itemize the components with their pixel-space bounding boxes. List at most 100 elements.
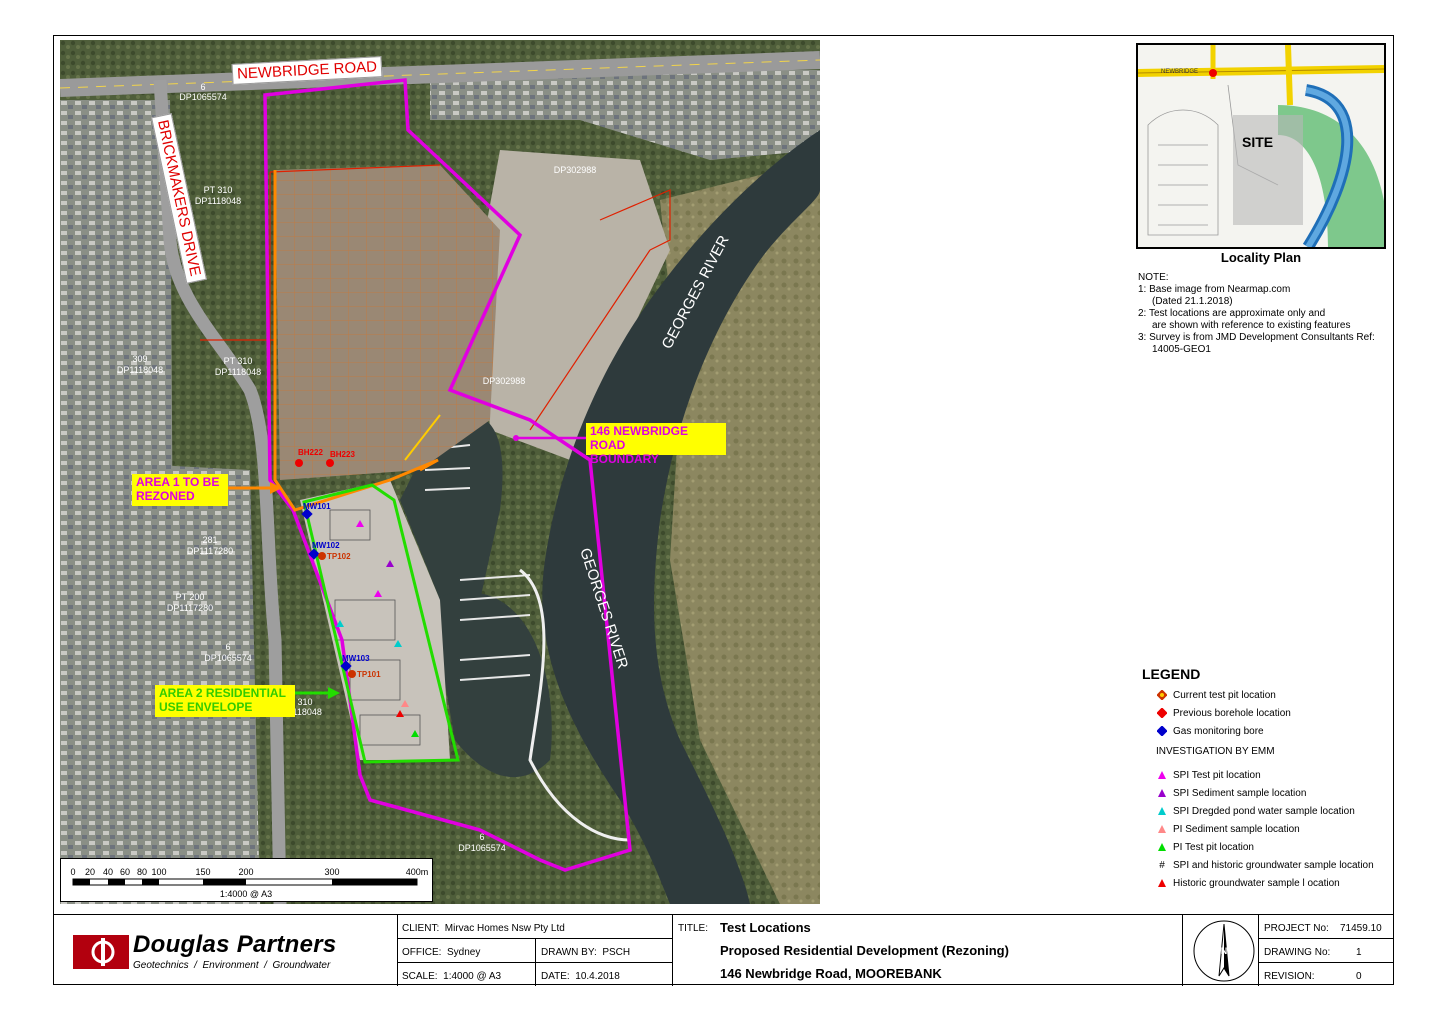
scale-tick: 40 — [103, 867, 113, 877]
legend: LEGEND Current test pit location Previou… — [1142, 666, 1387, 892]
lot-label: 309 — [132, 354, 147, 364]
lot-label: DP1118048 — [195, 196, 241, 206]
callout-line: REZONED — [136, 489, 195, 503]
scale-tick: 20 — [85, 867, 95, 877]
scale-tick: 60 — [120, 867, 130, 877]
title-label: TITLE: — [678, 923, 709, 934]
legend-label: Historic groundwater sample l ocation — [1173, 877, 1340, 889]
lot-label: PT 310 — [204, 185, 233, 195]
bh223-marker — [326, 459, 334, 467]
revision-label: REVISION: — [1264, 971, 1315, 982]
scale-tick: 80 — [137, 867, 147, 877]
legend-label: SPI and historic groundwater sample loca… — [1173, 859, 1374, 871]
point-label: BH222 — [298, 448, 323, 457]
point-label: TP101 — [357, 670, 381, 679]
drawing-value: 1 — [1356, 947, 1362, 958]
hash-icon: # — [1159, 859, 1165, 871]
scale-bar-graphic: 0 20 40 60 80 100 150 200 300 400m 1:400… — [70, 867, 429, 899]
test-pit-icon — [1156, 689, 1168, 701]
company-name: Douglas Partners — [133, 931, 337, 958]
triangle-icon — [1156, 805, 1168, 817]
scale-tick: 400m — [406, 867, 429, 877]
project-value: 71459.10 — [1340, 923, 1382, 934]
note-item: 1: Base image from Nearmap.com — [1138, 284, 1291, 295]
note-item: 3: Survey is from JMD Development Consul… — [1138, 332, 1375, 343]
legend-label: SPI Dregded pond water sample location — [1173, 805, 1355, 817]
legend-item: SPI Sediment sample location — [1142, 784, 1387, 802]
lot-label: PT 200 — [176, 592, 205, 602]
legend-label: Previous borehole location — [1173, 707, 1291, 719]
site-label: SITE — [1242, 134, 1273, 150]
lot-label: DP1117280 — [187, 546, 233, 556]
lot-label: PT 310 — [224, 356, 253, 366]
office-value: Sydney — [447, 947, 481, 958]
north-label: N — [1221, 946, 1228, 956]
drawing-subtitle: Proposed Residential Development (Rezoni… — [720, 943, 1009, 958]
boundary-callout: 146 NEWBRIDGE ROAD BOUNDARY — [586, 423, 726, 466]
lot-layout — [275, 165, 500, 480]
scale-bar: 0 20 40 60 80 100 150 200 300 400m 1:400… — [60, 858, 433, 902]
legend-item: PI Sediment sample location — [1142, 820, 1387, 838]
note-item: (Dated 21.1.2018) — [1152, 296, 1233, 307]
legend-label: Gas monitoring bore — [1173, 725, 1264, 737]
lot-label: DP1065574 — [458, 843, 506, 853]
triangle-icon — [1156, 787, 1168, 799]
lot-label: 6 — [225, 642, 230, 652]
lot-label: 6 — [200, 82, 205, 92]
legend-item: Current test pit location — [1142, 686, 1387, 704]
legend-label: PI Test pit location — [1173, 841, 1254, 853]
triangle-icon — [1156, 841, 1168, 853]
lot-label: DP302988 — [554, 165, 597, 175]
borehole-icon — [1156, 707, 1168, 719]
triangle-icon — [1156, 877, 1168, 889]
callout-line: USE ENVELOPE — [159, 700, 253, 714]
drawing-label: DRAWING No: — [1264, 947, 1331, 958]
dp-logo-mark — [73, 935, 129, 969]
bh222-marker — [295, 459, 303, 467]
north-arrow-icon: N — [1193, 920, 1255, 982]
lot-label: DP1117280 — [167, 603, 213, 613]
lot-label: DP1065574 — [179, 92, 227, 102]
scale-label: SCALE: — [402, 971, 438, 982]
legend-item: Previous borehole location — [1142, 704, 1387, 722]
scale-tick: 300 — [324, 867, 339, 877]
aerial-map: 6 DP1065574 PT 310 DP1118048 309 DP11180… — [60, 40, 820, 904]
scale-tick: 150 — [195, 867, 210, 877]
legend-item: PI Test pit location — [1142, 838, 1387, 856]
notes-panel: NOTE: 1: Base image from Nearmap.com (Da… — [1138, 272, 1388, 356]
callout-line: BOUNDARY — [590, 452, 659, 466]
drawn-label: DRAWN BY: — [541, 947, 597, 958]
scale-caption: 1:4000 @ A3 — [220, 889, 272, 899]
note-item: are shown with reference to existing fea… — [1152, 320, 1351, 331]
drawing-address: 146 Newbridge Road, MOOREBANK — [720, 966, 942, 981]
note-item: 2: Test locations are approximate only a… — [1138, 308, 1326, 319]
legend-label: PI Sediment sample location — [1173, 823, 1300, 835]
point-label: MW101 — [303, 502, 331, 511]
triangle-icon — [1156, 769, 1168, 781]
callout-line: AREA 1 TO BE — [136, 475, 220, 489]
lot-label: DP302988 — [483, 376, 526, 386]
legend-label: SPI Test pit location — [1173, 769, 1261, 781]
company-tagline: Geotechnics / Environment / Groundwater — [133, 960, 331, 971]
point-label: TP102 — [327, 552, 351, 561]
date-value: 10.4.2018 — [575, 971, 620, 982]
gas-bore-icon — [1156, 725, 1168, 737]
legend-item: Historic groundwater sample l ocation — [1142, 874, 1387, 892]
scale-tick: 200 — [238, 867, 253, 877]
point-label: BH223 — [330, 450, 355, 459]
area2-callout: AREA 2 RESIDENTIAL USE ENVELOPE — [155, 685, 295, 717]
lot-label: DP1065574 — [204, 653, 252, 663]
office-label: OFFICE: — [402, 947, 442, 958]
locality-plan-map: NEWBRIDGE SITE — [1136, 43, 1386, 249]
legend-item: SPI Test pit location — [1142, 766, 1387, 784]
scale-tick: 0 — [70, 867, 75, 877]
legend-item: # SPI and historic groundwater sample lo… — [1142, 856, 1387, 874]
client-value: Mirvac Homes Nsw Pty Ltd — [444, 923, 565, 934]
tp101-marker — [348, 670, 356, 678]
lot-label: DP1118048 — [215, 367, 261, 377]
lot-label: 6 — [479, 832, 484, 842]
date-label: DATE: — [541, 971, 570, 982]
callout-line: 146 NEWBRIDGE ROAD — [590, 424, 689, 452]
drawing-title: Test Locations — [720, 920, 811, 935]
company-logo: Douglas Partners Geotechnics / Environme… — [73, 931, 403, 975]
